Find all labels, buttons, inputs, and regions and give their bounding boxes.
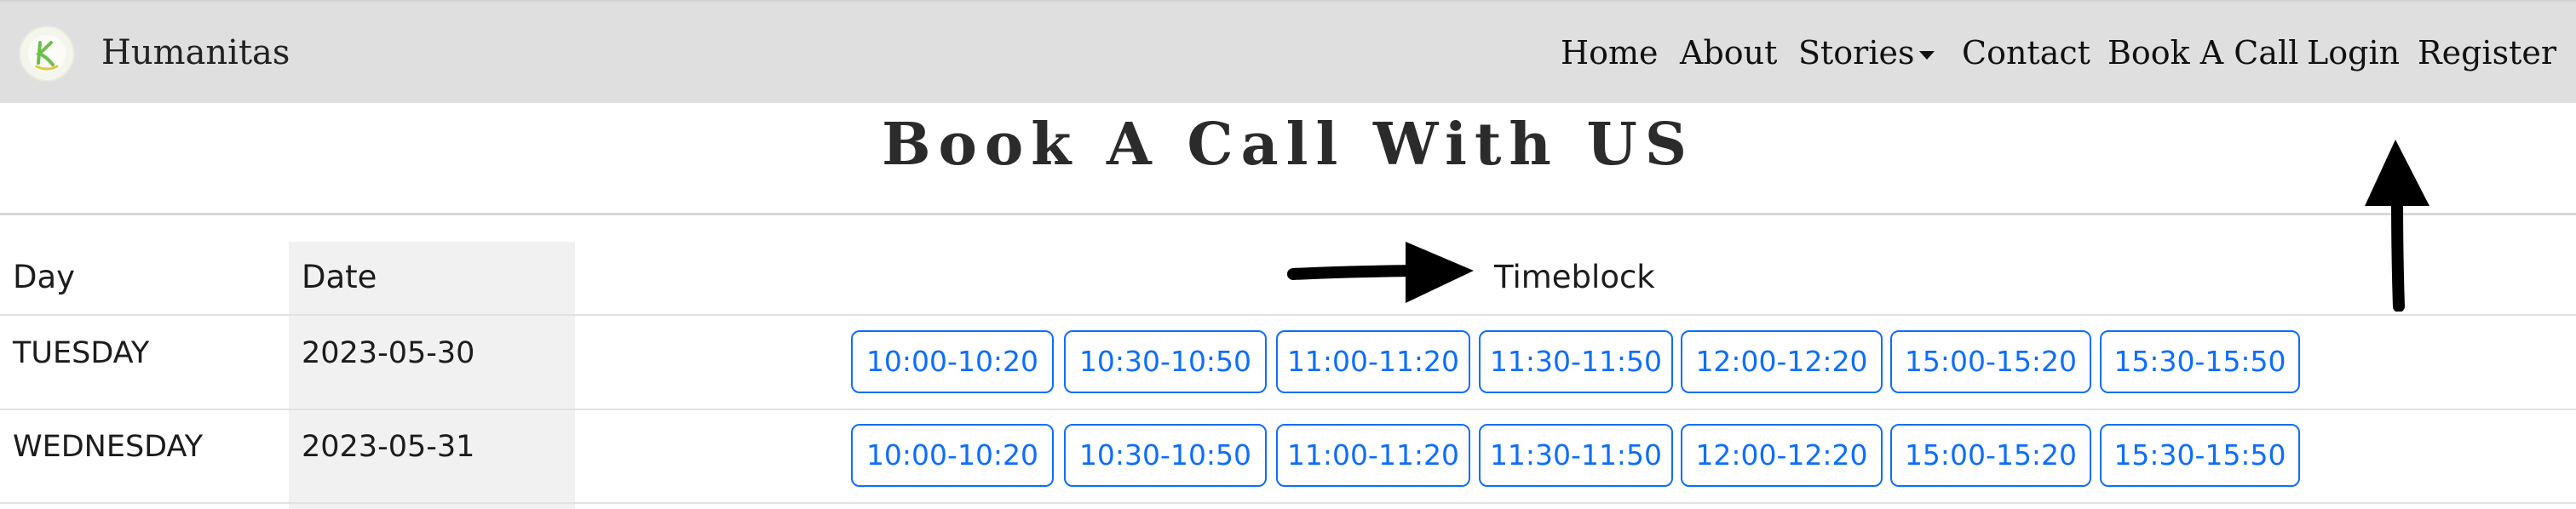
header-timeblock: Timeblock (1494, 259, 1655, 295)
timeslot-button[interactable]: 10:30-10:50 (1064, 330, 1267, 393)
page-title: Book A Call With US (882, 111, 1694, 179)
nav-about[interactable]: About (1680, 27, 1777, 78)
header-date: Date (302, 259, 377, 295)
timeslot-button[interactable]: 15:30-15:50 (2100, 424, 2300, 487)
nav-book-a-call[interactable]: Book A Call (2107, 27, 2298, 78)
nav-contact[interactable]: Contact (1962, 27, 2090, 78)
row-divider (0, 314, 2576, 316)
timeslot-button[interactable]: 10:30-10:50 (1064, 424, 1267, 487)
chevron-down-icon[interactable] (1919, 51, 1935, 60)
row-day: WEDNESDAY (13, 430, 204, 464)
timeslot-button[interactable]: 15:00-15:20 (1890, 330, 2091, 393)
row-divider (0, 502, 2576, 504)
nav-stories[interactable]: Stories (1798, 27, 1915, 78)
navbar: Humanitas Home About Stories Contact Boo… (0, 0, 2576, 103)
timeslot-button[interactable]: 10:00-10:20 (851, 424, 1054, 487)
row-day: TUESDAY (13, 336, 150, 370)
timeslot-button[interactable]: 11:30-11:50 (1479, 424, 1673, 487)
row-date: 2023-05-30 (302, 336, 475, 370)
timeslot-button[interactable]: 10:00-10:20 (851, 330, 1054, 393)
brand-name[interactable]: Humanitas (101, 27, 290, 78)
timeslot-button[interactable]: 15:00-15:20 (1890, 424, 2091, 487)
nav-register[interactable]: Register (2418, 27, 2556, 78)
brand-logo-mark (28, 35, 66, 72)
nav-home[interactable]: Home (1561, 27, 1659, 78)
timeslot-button[interactable]: 11:00-11:20 (1276, 424, 1470, 487)
header-day: Day (13, 259, 76, 295)
timeslot-button[interactable]: 11:30-11:50 (1479, 330, 1673, 393)
nav-login[interactable]: Login (2307, 27, 2400, 78)
row-divider (0, 409, 2576, 410)
timeslot-button[interactable]: 12:00-12:20 (1681, 424, 1883, 487)
timeslot-button[interactable]: 12:00-12:20 (1681, 330, 1883, 393)
timeslot-button[interactable]: 15:30-15:50 (2100, 330, 2300, 393)
arrow-right-icon (1287, 242, 1474, 303)
divider (0, 213, 2576, 215)
arrow-up-icon (2365, 140, 2429, 312)
brand-logo-icon[interactable] (19, 26, 75, 82)
timeslot-button[interactable]: 11:00-11:20 (1276, 330, 1470, 393)
row-date: 2023-05-31 (302, 430, 475, 464)
